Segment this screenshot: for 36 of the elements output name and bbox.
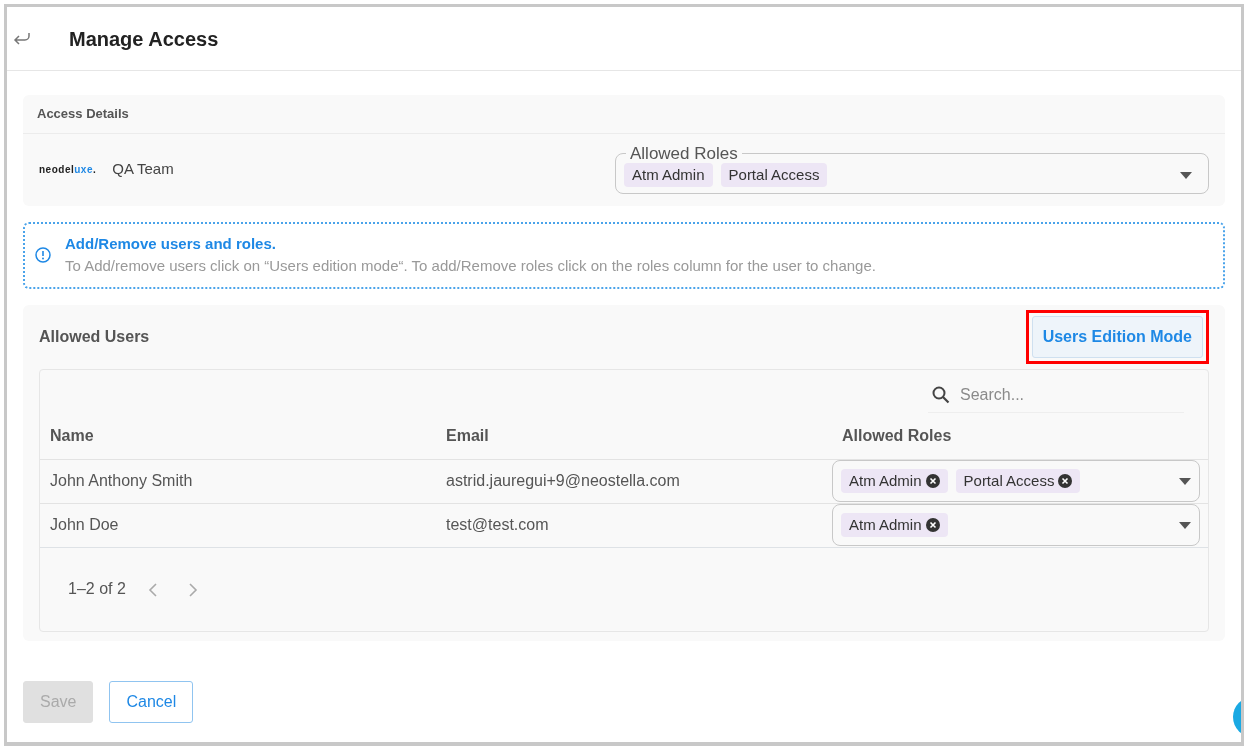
column-header: Email bbox=[445, 425, 490, 446]
info-text: To Add/remove users click on “Users edition mode“. To add/Remove roles click on the roles column for the user to change. bbox=[65, 256, 876, 276]
footer-button[interactable]: Cancel bbox=[109, 680, 194, 723]
chevron-right-icon bbox=[187, 581, 198, 598]
dropdown-caret-icon[interactable] bbox=[1179, 477, 1191, 485]
brand-logo: neodeluxe. bbox=[39, 163, 97, 177]
table-cell-text: John Doe bbox=[49, 515, 120, 535]
chevron-left-icon bbox=[147, 581, 158, 598]
dropdown-caret-icon[interactable] bbox=[1180, 171, 1192, 179]
info-title: Add/Remove users and roles. bbox=[65, 233, 277, 254]
table-cell-text: test@test.com bbox=[445, 515, 550, 535]
panel-title: Allowed Users bbox=[39, 326, 150, 347]
panel-title: Access Details bbox=[23, 95, 1225, 134]
search-icon bbox=[932, 385, 950, 404]
roles-select[interactable]: Atm Admin bbox=[832, 504, 1200, 546]
table-cell-text: astrid.jauregui+9@neostella.com bbox=[445, 471, 681, 491]
role-label: Atm Admin bbox=[849, 470, 922, 491]
info-icon bbox=[35, 247, 51, 263]
roles-select[interactable]: Allowed Roles Atm Admin Portal Access bbox=[615, 144, 1209, 195]
role-tag: Portal Access bbox=[720, 162, 828, 188]
remove-icon[interactable] bbox=[925, 518, 940, 532]
dropdown-caret-icon[interactable] bbox=[1179, 521, 1191, 529]
roles-select[interactable]: Atm Admin Portal Access bbox=[832, 460, 1200, 502]
column-header: Allowed Roles bbox=[841, 425, 953, 446]
remove-icon[interactable] bbox=[1058, 474, 1073, 488]
role-tag: Atm Admin bbox=[624, 162, 713, 188]
remove-icon[interactable] bbox=[925, 474, 940, 488]
back-icon[interactable] bbox=[13, 31, 31, 46]
team-name: QA Team bbox=[112, 159, 174, 180]
table-cell-text: John Anthony Smith bbox=[49, 471, 194, 491]
role-label: Atm Admin bbox=[849, 514, 922, 535]
search-field[interactable]: Search... bbox=[958, 381, 1158, 408]
page-title: Manage Access bbox=[69, 26, 219, 51]
column-header: Name bbox=[49, 425, 95, 446]
pagination-range: 1–2 of 2 bbox=[68, 579, 126, 599]
role-label: Portal Access bbox=[963, 470, 1055, 491]
